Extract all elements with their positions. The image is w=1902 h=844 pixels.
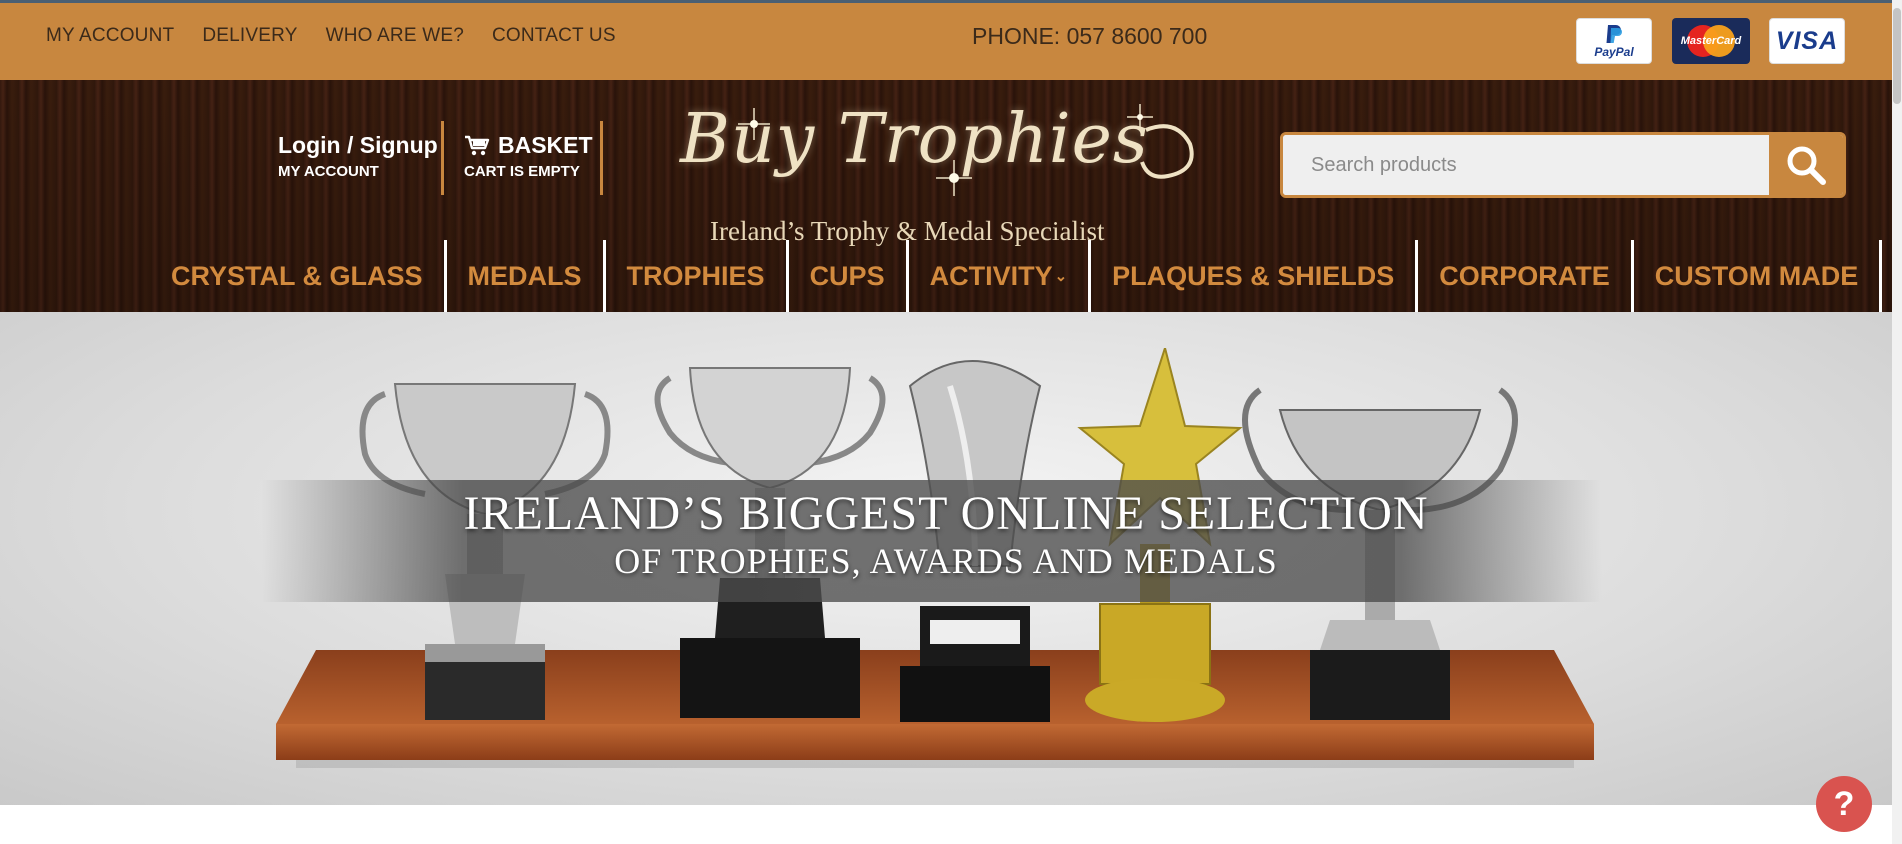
basket-label: BASKET <box>498 132 593 158</box>
nav-label: CRYSTAL & GLASS <box>171 260 423 291</box>
login-signup-link[interactable]: Login / Signup <box>278 132 438 159</box>
basket-block[interactable]: BASKET CART IS EMPTY <box>464 132 593 180</box>
scrollbar-thumb[interactable] <box>1893 8 1901 104</box>
nav-activity[interactable]: ACTIVITY ⌄ <box>909 240 1092 312</box>
nav-trophies[interactable]: TROPHIES <box>606 240 789 312</box>
nav-label: ACTIVITY <box>929 260 1053 291</box>
search-button[interactable] <box>1769 135 1843 195</box>
header-divider <box>600 121 603 195</box>
my-account-link[interactable]: MY ACCOUNT <box>278 163 438 180</box>
paypal-label: PayPal <box>1594 45 1634 59</box>
site-header: Login / Signup MY ACCOUNT BASKET CART IS… <box>0 80 1892 312</box>
mastercard-logo: MasterCard <box>1672 18 1750 64</box>
site-logo[interactable]: Buy Trophies Ireland’s Trophy & Medal Sp… <box>676 100 1216 246</box>
top-link-who-are-we[interactable]: WHO ARE WE? <box>326 25 464 47</box>
logo-script-text: Buy Trophies <box>680 100 1149 179</box>
top-link-my-account[interactable]: MY ACCOUNT <box>46 25 174 47</box>
top-link-delivery[interactable]: DELIVERY <box>202 25 297 47</box>
top-link-contact-us[interactable]: CONTACT US <box>492 25 616 47</box>
nav-custom-made[interactable]: CUSTOM MADE <box>1634 240 1883 312</box>
cart-icon <box>465 135 490 155</box>
mastercard-label: MasterCard <box>1680 35 1742 47</box>
top-bar: MY ACCOUNT DELIVERY WHO ARE WE? CONTACT … <box>0 0 1892 80</box>
nav-cups[interactable]: CUPS <box>789 240 909 312</box>
nav-plaques-shields[interactable]: PLAQUES & SHIELDS <box>1091 240 1419 312</box>
main-nav: CRYSTAL & GLASS MEDALS TROPHIES CUPS ACT… <box>150 240 1883 312</box>
hero-subheadline: OF TROPHIES, AWARDS AND MEDALS <box>614 541 1278 581</box>
help-label: ? <box>1833 784 1855 823</box>
nav-label: TROPHIES <box>626 260 765 291</box>
cart-status: CART IS EMPTY <box>464 163 580 180</box>
search-bar <box>1280 132 1846 198</box>
paypal-logo: PayPal <box>1576 18 1652 64</box>
header-divider <box>441 121 444 195</box>
account-block[interactable]: Login / Signup MY ACCOUNT <box>278 132 438 180</box>
hero-banner[interactable]: IRELAND’S BIGGEST ONLINE SELECTION OF TR… <box>0 312 1892 805</box>
nav-label: PLAQUES & SHIELDS <box>1112 260 1395 291</box>
nav-label: CUSTOM MADE <box>1654 260 1859 291</box>
phone-number: PHONE: 057 8600 700 <box>972 23 1208 49</box>
nav-label: CORPORATE <box>1439 260 1610 291</box>
paypal-p-icon <box>1606 25 1622 43</box>
help-chat-button[interactable]: ? <box>1816 776 1872 832</box>
search-icon <box>1787 146 1826 185</box>
nav-medals[interactable]: MEDALS <box>447 240 606 312</box>
chevron-down-icon: ⌄ <box>1054 268 1068 285</box>
top-nav: MY ACCOUNT DELIVERY WHO ARE WE? CONTACT … <box>46 25 616 47</box>
hero-headline: IRELAND’S BIGGEST ONLINE SELECTION <box>463 487 1429 540</box>
nav-crystal-glass[interactable]: CRYSTAL & GLASS <box>150 240 447 312</box>
visa-label: VISA <box>1775 26 1839 55</box>
nav-label: CUPS <box>809 260 885 291</box>
nav-corporate[interactable]: CORPORATE <box>1418 240 1634 312</box>
search-input[interactable] <box>1283 135 1769 195</box>
nav-label: MEDALS <box>467 260 582 291</box>
page-scrollbar[interactable] <box>1892 0 1902 844</box>
visa-logo: VISA <box>1769 18 1845 64</box>
